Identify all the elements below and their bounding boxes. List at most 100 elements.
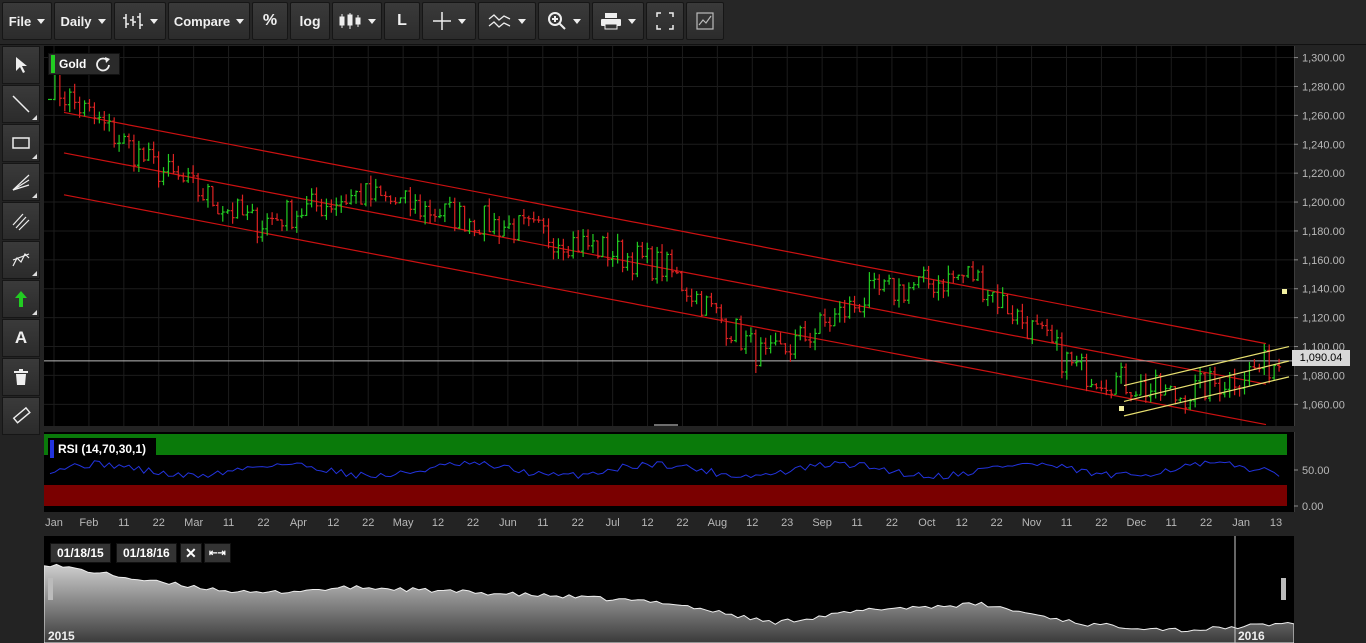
chart-settings-button[interactable] xyxy=(686,2,724,40)
up-arrow-icon xyxy=(15,291,27,307)
chevron-down-icon xyxy=(573,18,581,24)
chevron-down-icon xyxy=(458,18,466,24)
compare-menu-button[interactable]: Compare xyxy=(168,2,250,40)
select-tool-button[interactable] xyxy=(2,46,40,84)
ohlc-bar xyxy=(482,205,487,242)
x-tick-label: Jul xyxy=(606,517,620,529)
range-start-date[interactable]: 01/18/15 xyxy=(50,543,111,563)
rsi-chart[interactable] xyxy=(44,432,1294,512)
symbol-legend[interactable]: Gold xyxy=(48,53,120,75)
crosshair-icon xyxy=(433,12,451,30)
studies-button[interactable] xyxy=(478,2,536,40)
ohlc-bar xyxy=(620,239,625,273)
rectangle-tool-button[interactable] xyxy=(2,124,40,162)
panel-resize-handle[interactable] xyxy=(654,424,678,426)
ohlc-bar xyxy=(186,167,191,183)
navigator-right-handle[interactable] xyxy=(1281,578,1286,600)
ohlc-bar xyxy=(724,318,729,346)
indicators-button[interactable] xyxy=(332,2,382,40)
ohlc-bar xyxy=(240,194,245,216)
range-end-date[interactable]: 01/18/16 xyxy=(116,543,177,563)
ohlc-bar xyxy=(255,207,260,244)
x-tick-label: Jan xyxy=(45,517,63,529)
period-menu-button[interactable]: Daily xyxy=(54,2,112,40)
price-axis: 1,300.00 1,280.00 1,260.00 1,240.00 1,220.00… xyxy=(1294,46,1345,426)
x-tick-label: 22 xyxy=(362,517,374,529)
channel-line xyxy=(63,152,1267,385)
ohlc-bar xyxy=(709,292,714,307)
trendline-tool-button[interactable] xyxy=(2,85,40,123)
ruler-tool-button[interactable] xyxy=(2,397,40,435)
x-tick-label: Apr xyxy=(290,517,307,529)
ohlc-bar xyxy=(92,102,97,125)
x-tick-label: 22 xyxy=(676,517,688,529)
line-tool-button[interactable]: L xyxy=(384,2,420,40)
navigator-left-handle[interactable] xyxy=(48,578,53,600)
chart-area-icon xyxy=(696,12,714,30)
zoom-button[interactable] xyxy=(538,2,590,40)
x-tick-label: 12 xyxy=(432,517,444,529)
x-tick-label: 22 xyxy=(1200,517,1212,529)
ohlc-bar xyxy=(936,275,941,301)
ohlc-bar xyxy=(832,308,837,327)
rsi-legend[interactable]: RSI (14,70,30,1) xyxy=(48,438,156,460)
line-tool-label: L xyxy=(397,12,407,29)
ohlc-bar xyxy=(571,231,576,259)
chevron-down-icon xyxy=(368,18,376,24)
y-tick-label: 1,220.00 xyxy=(1302,168,1345,180)
ohlc-bar xyxy=(734,318,739,343)
crosshair-button[interactable] xyxy=(422,2,476,40)
ohlc-bar xyxy=(215,201,220,215)
y-tick-label: 1,240.00 xyxy=(1302,139,1345,151)
ohlc-bar xyxy=(901,284,906,303)
pitchfork-tool-button[interactable] xyxy=(2,241,40,279)
fan-tool-button[interactable] xyxy=(2,163,40,201)
parallel-lines-icon xyxy=(12,213,30,231)
ohlc-bar xyxy=(847,296,852,319)
print-button[interactable] xyxy=(592,2,644,40)
ohlc-bar xyxy=(1050,324,1055,344)
ohlc-bar xyxy=(403,190,408,204)
ohlc-bar xyxy=(753,329,758,374)
ohlc-bar xyxy=(808,332,813,348)
oversold-zone xyxy=(44,485,1287,506)
navigator-year-right: 2016 xyxy=(1238,629,1265,643)
ohlc-bar xyxy=(650,246,655,282)
ohlc-bar xyxy=(896,278,901,308)
price-chart[interactable] xyxy=(44,46,1294,426)
drawing-handle[interactable] xyxy=(1119,406,1124,411)
ohlc-bar xyxy=(526,215,531,227)
ohlc-bar xyxy=(971,261,976,282)
ohlc-bar xyxy=(363,183,368,207)
ohlc-bars-icon xyxy=(123,13,143,29)
ohlc-bar xyxy=(590,234,595,254)
ohlc-bar xyxy=(778,332,783,345)
ohlc-bar xyxy=(803,320,808,342)
refresh-icon[interactable] xyxy=(94,55,112,73)
text-tool-button[interactable]: A xyxy=(2,319,40,357)
x-tick-label: Dec xyxy=(1127,517,1147,529)
ohlc-bar xyxy=(196,172,201,202)
fullscreen-button[interactable] xyxy=(646,2,684,40)
drawing-handle[interactable] xyxy=(1282,289,1287,294)
ohlc-bar xyxy=(1148,383,1153,403)
file-menu-button[interactable]: File xyxy=(2,2,52,40)
arrow-tool-button[interactable] xyxy=(2,280,40,318)
channel-tool-button[interactable] xyxy=(2,202,40,240)
log-scale-button[interactable]: log xyxy=(290,2,330,40)
ohlc-bar xyxy=(665,251,669,282)
delete-drawings-button[interactable] xyxy=(2,358,40,396)
x-tick-label: Feb xyxy=(79,517,98,529)
zoom-icon xyxy=(548,12,566,30)
range-reset-button[interactable]: ✕ xyxy=(180,543,202,563)
chart-type-button[interactable] xyxy=(114,2,166,40)
navigator-chart[interactable]: 2015 2016 xyxy=(44,536,1294,643)
ohlc-bar xyxy=(122,133,127,144)
ohlc-bar xyxy=(201,188,206,201)
ohlc-bar xyxy=(1119,362,1124,384)
ohlc-bar xyxy=(699,290,704,317)
ohlc-bar xyxy=(319,198,324,217)
range-expand-button[interactable]: ⇤⇥ xyxy=(204,543,231,563)
ohlc-bar xyxy=(284,199,289,231)
percent-button[interactable]: % xyxy=(252,2,288,40)
